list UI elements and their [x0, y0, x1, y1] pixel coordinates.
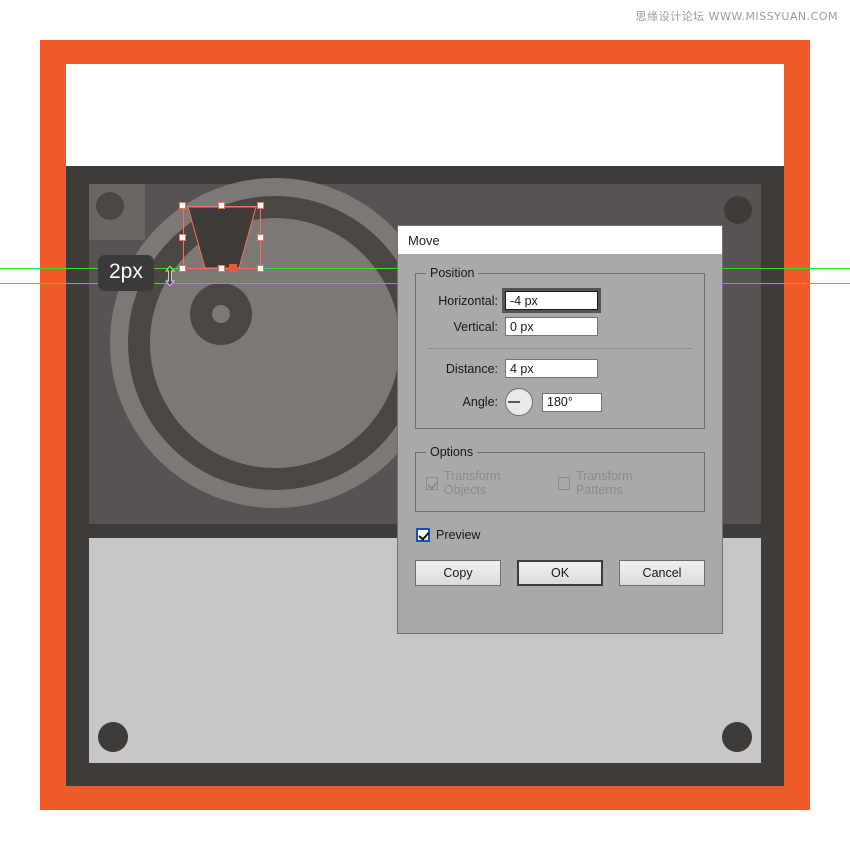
preview-label: Preview [436, 528, 481, 542]
watermark-text: 思缘设计论坛 WWW.MISSYUAN.COM [635, 10, 838, 23]
handle-bottom-left[interactable] [179, 265, 186, 272]
transform-objects-option: Transform Objects [426, 469, 536, 497]
horizontal-label: Horizontal: [438, 293, 498, 308]
turntable-record-ring[interactable] [128, 196, 422, 490]
move-dialog[interactable]: Move Position Horizontal: -4 px Vertical… [397, 225, 723, 634]
transform-patterns-label: Transform Patterns [576, 469, 633, 497]
angle-field-row: Angle: 180° [426, 388, 694, 416]
turntable-spindle[interactable] [212, 305, 230, 323]
angle-label: Angle: [462, 395, 498, 409]
transform-patterns-option: Transform Patterns [558, 469, 672, 497]
tonearm-pivot-knob[interactable] [96, 192, 124, 220]
options-group: Options Transform Objects Transform Patt… [415, 445, 705, 512]
handle-top-center[interactable] [218, 202, 225, 209]
screenshot-root: 思缘设计论坛 WWW.MISSYUAN.COM 2px Move Positio… [0, 0, 850, 850]
horizontal-field-row: Horizontal: -4 px [426, 288, 694, 313]
distance-field-row: Distance: 4 px [426, 359, 694, 378]
angle-dial-needle [508, 401, 520, 403]
transform-patterns-checkbox [558, 476, 571, 490]
handle-bottom-center[interactable] [218, 265, 225, 272]
turntable-knob-top-right[interactable] [724, 196, 752, 224]
handle-bottom-right[interactable] [257, 265, 264, 272]
preview-checkbox[interactable] [416, 528, 430, 542]
position-group: Position Horizontal: -4 px Vertical: 0 p… [415, 266, 705, 429]
turntable-foot-left[interactable] [98, 722, 128, 752]
ok-button[interactable]: OK [516, 560, 604, 586]
active-anchor-point[interactable] [229, 264, 237, 272]
dialog-body: Position Horizontal: -4 px Vertical: 0 p… [398, 254, 722, 586]
handle-top-left[interactable] [179, 202, 186, 209]
copy-button[interactable]: Copy [415, 560, 501, 586]
turntable-foot-right[interactable] [722, 722, 752, 752]
angle-input[interactable]: 180° [542, 392, 602, 412]
distance-input[interactable]: 4 px [505, 359, 598, 378]
handle-middle-left[interactable] [179, 234, 186, 241]
dialog-title-text: Move [408, 232, 440, 248]
vertical-label: Vertical: [453, 319, 498, 334]
handle-top-right[interactable] [257, 202, 264, 209]
options-row: Transform Objects Transform Patterns [426, 469, 694, 497]
horizontal-input[interactable]: -4 px [502, 288, 601, 313]
handle-middle-right[interactable] [257, 234, 264, 241]
measurement-tooltip: 2px [98, 255, 154, 291]
selection-bounding-box [183, 206, 261, 269]
vertical-input[interactable]: 0 px [505, 317, 598, 336]
transform-objects-label: Transform Objects [443, 469, 501, 497]
position-group-legend: Position [430, 266, 475, 280]
dialog-button-row: Copy OK Cancel [415, 560, 705, 586]
position-divider [428, 348, 692, 349]
cancel-button[interactable]: Cancel [619, 560, 705, 586]
transform-objects-checkbox [426, 476, 438, 490]
selected-shape-group[interactable] [179, 202, 264, 272]
angle-dial-icon[interactable] [505, 388, 533, 416]
vertical-field-row: Vertical: 0 px [426, 317, 694, 336]
distance-label: Distance: [445, 361, 498, 376]
dialog-title-bar: Move [398, 226, 722, 254]
preview-row[interactable]: Preview [416, 528, 705, 542]
options-group-legend: Options [430, 445, 474, 459]
move-vertical-cursor-icon [165, 266, 175, 286]
